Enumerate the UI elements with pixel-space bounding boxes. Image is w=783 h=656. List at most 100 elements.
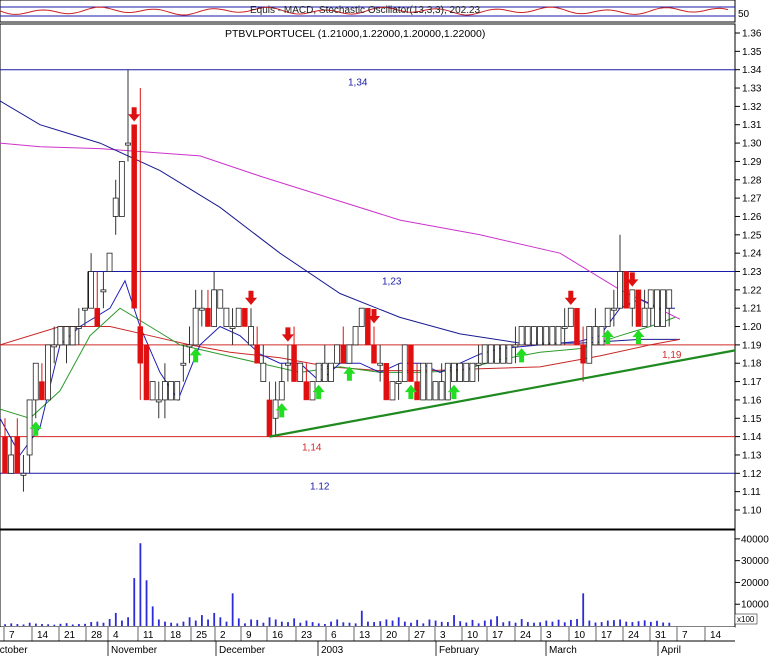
volume-bar	[465, 622, 468, 626]
x-day-label: 28	[91, 630, 103, 641]
volume-bar	[182, 621, 185, 626]
price-tick-label: 1.13	[742, 450, 762, 461]
volume-bar	[293, 618, 296, 626]
volume-bar	[520, 619, 523, 626]
x-day-label: 24	[520, 630, 532, 641]
volume-bar	[213, 612, 216, 626]
candle-body	[487, 344, 494, 364]
volume-bar	[47, 624, 50, 626]
candle-body	[524, 326, 531, 346]
volume-bar	[631, 622, 634, 626]
candle-body	[211, 289, 218, 327]
x-day-label: 16	[272, 630, 284, 641]
volume-bar	[133, 578, 136, 626]
volume-tick-label: 40000	[741, 534, 769, 545]
x-day-label: 31	[655, 630, 667, 641]
volume-bar	[324, 624, 326, 626]
volume-bar	[22, 624, 25, 626]
x-month-label: February	[439, 645, 479, 656]
price-tick-label: 1.21	[742, 304, 762, 315]
price-tick-label: 1.20	[742, 322, 762, 333]
level-label: 1,19	[662, 350, 682, 361]
candle-body	[75, 326, 82, 329]
candle-body	[444, 362, 451, 401]
volume-bar	[360, 610, 363, 626]
volume-bar	[483, 620, 486, 626]
volume-bar	[151, 606, 154, 626]
candle-body	[192, 307, 199, 346]
volume-bar	[28, 622, 31, 626]
price-tick-label: 1.33	[742, 84, 762, 95]
candle-body	[137, 326, 144, 364]
volume-bar	[330, 621, 332, 626]
volume-bar	[78, 624, 80, 626]
candle-body	[389, 381, 396, 401]
volume-bar	[545, 620, 548, 626]
candle-body	[574, 307, 580, 346]
volume-bar	[600, 622, 603, 626]
volume-bar	[121, 620, 123, 626]
volume-bar	[391, 620, 394, 626]
volume-bar	[397, 617, 400, 626]
volume-bar	[274, 619, 277, 626]
volume-bar	[422, 623, 425, 626]
volume-bar	[502, 622, 505, 626]
volume-bar	[656, 620, 658, 626]
x-month-label: 2003	[321, 645, 344, 656]
volume-bar	[403, 621, 406, 626]
volume-bar	[588, 620, 591, 626]
price-tick-label: 1.17	[742, 377, 762, 388]
candle-body	[635, 289, 642, 327]
price-tick-label: 1.28	[742, 175, 762, 186]
volume-bar	[336, 619, 339, 626]
volume-bar	[164, 621, 166, 626]
candle-body	[143, 344, 150, 401]
volume-bar	[84, 623, 86, 626]
x-day-label: 3	[546, 630, 552, 641]
volume-bar	[305, 620, 308, 626]
volume-bar	[194, 620, 197, 626]
volume-bar	[453, 615, 455, 626]
volume-bar	[440, 621, 443, 626]
x-day-label: 20	[386, 630, 398, 641]
x-day-label: 4	[113, 630, 119, 641]
price-tick-label: 1.10	[742, 506, 762, 517]
x-day-label: 11	[143, 630, 154, 641]
volume-bar	[354, 623, 357, 626]
price-tick-label: 1.27	[742, 194, 762, 205]
volume-bar	[477, 623, 480, 626]
candle-body	[654, 289, 660, 327]
indicator-panel: Equis - MACD, Stochastic Oscillator(13,3…	[0, 0, 750, 23]
indicator-label: Equis - MACD, Stochastic Oscillator(13,3…	[250, 5, 481, 16]
volume-bar	[551, 621, 554, 626]
candle-body	[469, 362, 476, 382]
candle-body	[371, 344, 377, 364]
volume-bar	[231, 593, 234, 626]
candle-body	[20, 472, 27, 476]
candle-body	[291, 344, 297, 382]
price-tick-label: 1.34	[742, 65, 762, 76]
candle-body	[610, 307, 617, 311]
candle-body	[580, 344, 586, 364]
price-tick-label: 1.30	[742, 139, 762, 150]
volume-bar	[268, 617, 271, 626]
volume-bar	[496, 616, 498, 626]
x-month-label: November	[111, 645, 158, 656]
candle-body	[451, 362, 457, 382]
candle-body	[149, 381, 156, 401]
volume-bar	[108, 619, 111, 626]
x-day-label: 25	[196, 630, 208, 641]
candle-body	[666, 289, 673, 309]
candle-body	[254, 344, 260, 364]
volume-bar	[201, 615, 203, 626]
candle-body	[586, 326, 593, 364]
price-tick-label: 1.32	[742, 102, 762, 113]
candle-body	[82, 307, 88, 311]
volume-bar	[65, 623, 68, 626]
candle-body	[623, 271, 629, 309]
x-day-label: 7	[682, 630, 688, 641]
x-day-label: 7	[9, 630, 15, 641]
level-label: 1.12	[310, 481, 330, 492]
candle-body	[334, 344, 341, 364]
volume-bar	[539, 622, 542, 626]
